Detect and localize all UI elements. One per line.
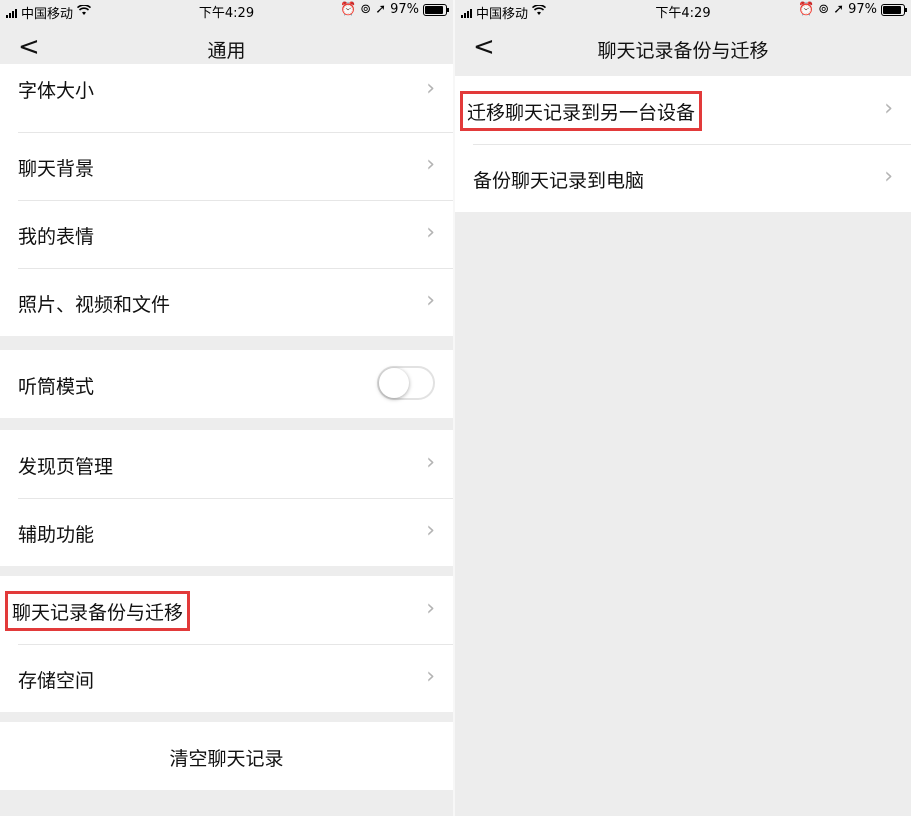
chevron-right-icon: › [884, 164, 893, 189]
settings-group-clear: 清空聊天记录 [0, 722, 453, 790]
list-item-label: 存储空间 [18, 670, 95, 692]
list-item-accessibility[interactable]: 辅助功能 › [0, 498, 453, 566]
list-item-font-size[interactable]: 字体大小 › [0, 64, 453, 132]
list-item-label-highlighted: 聊天记录备份与迁移 [5, 591, 191, 631]
backup-options-group: 迁移聊天记录到另一台设备 › 备份聊天记录到电脑 › [455, 76, 911, 212]
list-item-label: 听筒模式 [18, 376, 95, 398]
clear-chat-history-button[interactable]: 清空聊天记录 [0, 722, 453, 790]
location-icon: ➚ [833, 2, 845, 17]
settings-group-display: 字体大小 › 聊天背景 › 我的表情 › 照片、视频和文件 › [0, 64, 453, 336]
list-item-label: 字体大小 [18, 80, 95, 102]
chevron-right-icon: › [426, 596, 435, 621]
chevron-right-icon: › [426, 220, 435, 245]
list-item-backup-to-pc[interactable]: 备份聊天记录到电脑 › [455, 144, 911, 212]
list-item-discover-management[interactable]: 发现页管理 › [0, 430, 453, 498]
chevron-right-icon: › [426, 288, 435, 313]
settings-group-discover: 发现页管理 › 辅助功能 › [0, 430, 453, 566]
battery-percent: 97% [848, 2, 877, 17]
page-title: 聊天记录备份与迁移 [597, 40, 769, 62]
battery-icon [881, 3, 907, 16]
toggle-knob [379, 368, 409, 398]
chevron-right-icon: › [426, 152, 435, 177]
status-bar: 中国移动 下午4:29 ⏰ ⊚ ➚ 97% [0, 0, 453, 22]
alarm-icon: ⏰ [798, 2, 815, 17]
list-item-receiver-mode: 听筒模式 [0, 350, 453, 418]
status-bar: 中国移动 下午4:29 ⏰ ⊚ ➚ 97% [455, 0, 911, 22]
alarm-icon: ⏰ [340, 2, 357, 17]
list-item-photos-videos-files[interactable]: 照片、视频和文件 › [0, 268, 453, 336]
status-right: ⏰ ⊚ ➚ 97% [340, 2, 449, 17]
chevron-right-icon: › [426, 518, 435, 543]
list-item-label: 备份聊天记录到电脑 [473, 170, 645, 192]
settings-group-receiver: 听筒模式 [0, 350, 453, 418]
list-item-label: 聊天背景 [18, 158, 95, 180]
list-item-storage[interactable]: 存储空间 › [0, 644, 453, 712]
chat-backup-migrate-screen: 中国移动 下午4:29 ⏰ ⊚ ➚ 97% < 聊天记录备份与迁移 迁移聊天记录… [455, 0, 911, 816]
list-item-label: 我的表情 [18, 226, 95, 248]
list-item-label-highlighted: 迁移聊天记录到另一台设备 [460, 91, 703, 131]
orientation-lock-icon: ⊚ [818, 2, 830, 17]
chevron-right-icon: › [426, 450, 435, 475]
battery-icon [423, 3, 449, 16]
list-item-label: 辅助功能 [18, 524, 95, 546]
settings-group-storage: 聊天记录备份与迁移 › 存储空间 › [0, 576, 453, 712]
status-right: ⏰ ⊚ ➚ 97% [798, 2, 907, 17]
list-item-migrate-to-device[interactable]: 迁移聊天记录到另一台设备 › [455, 76, 911, 144]
location-icon: ➚ [375, 2, 387, 17]
chevron-right-icon: › [884, 96, 893, 121]
clear-chat-history-label: 清空聊天记录 [169, 748, 284, 770]
receiver-mode-toggle[interactable] [377, 366, 435, 400]
general-settings-screen: 中国移动 下午4:29 ⏰ ⊚ ➚ 97% < 通用 字体大小 › 聊天背景 ›… [0, 0, 453, 816]
list-item-label: 照片、视频和文件 [18, 294, 171, 316]
list-item-chat-backup-migrate[interactable]: 聊天记录备份与迁移 › [0, 576, 453, 644]
list-item-my-stickers[interactable]: 我的表情 › [0, 200, 453, 268]
battery-percent: 97% [390, 2, 419, 17]
list-item-label: 发现页管理 [18, 456, 114, 478]
orientation-lock-icon: ⊚ [360, 2, 372, 17]
list-item-chat-background[interactable]: 聊天背景 › [0, 132, 453, 200]
chevron-right-icon: › [426, 76, 435, 101]
nav-bar: < 聊天记录备份与迁移 [455, 20, 911, 76]
chevron-right-icon: › [426, 664, 435, 689]
page-title: 通用 [207, 40, 246, 62]
